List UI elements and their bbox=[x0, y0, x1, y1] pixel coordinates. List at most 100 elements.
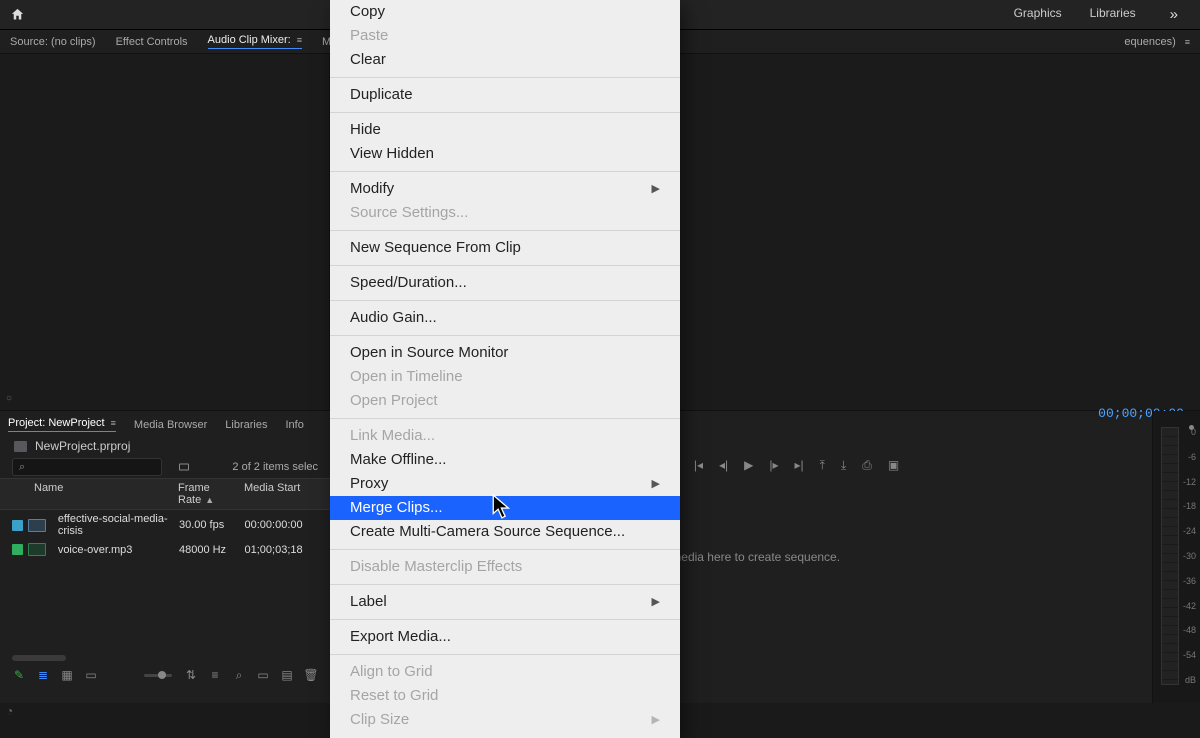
menu-item-label: Create Multi-Camera Source Sequence... bbox=[350, 522, 625, 542]
scrollbar-thumb[interactable] bbox=[12, 655, 66, 661]
search-icon: ⌕ bbox=[19, 461, 25, 474]
menu-item-label: Clip Size bbox=[350, 710, 409, 730]
menu-item-label[interactable]: Label ▶ bbox=[330, 590, 680, 614]
menu-item-proxy[interactable]: Proxy▶ bbox=[330, 472, 680, 496]
menu-item-label: Audio Gain... bbox=[350, 308, 437, 328]
menu-separator bbox=[330, 654, 680, 655]
header-frame-rate[interactable]: Frame Rate▲ bbox=[178, 482, 244, 506]
header-name[interactable]: Name bbox=[28, 482, 178, 506]
menu-item-export-media[interactable]: Export Media... bbox=[330, 625, 680, 649]
zoom-slider[interactable] bbox=[144, 674, 172, 677]
tab-info[interactable]: Info bbox=[285, 419, 303, 431]
tab-libraries[interactable]: Libraries bbox=[225, 419, 267, 431]
menu-item-hide[interactable]: Hide bbox=[330, 118, 680, 142]
header-media-start[interactable]: Media Start bbox=[244, 482, 318, 506]
menu-item-reset-to-grid: Reset to Grid bbox=[330, 684, 680, 708]
project-tabs: Project: NewProject ≡ Media Browser Libr… bbox=[0, 411, 330, 436]
icon-view-icon[interactable]: ▦ bbox=[60, 668, 74, 682]
menu-item-label: Merge Clips... bbox=[350, 498, 443, 518]
menu-item-label: Hide bbox=[350, 120, 381, 140]
tab-project[interactable]: Project: NewProject ≡ bbox=[8, 417, 116, 432]
tab-audio-mixer[interactable]: Audio Clip Mixer: ≡ bbox=[208, 34, 302, 49]
play-icon[interactable]: ▶ bbox=[744, 458, 753, 472]
write-mode-icon[interactable]: ✎ bbox=[12, 668, 26, 682]
overflow-icon[interactable]: » bbox=[1170, 6, 1178, 23]
workspace-tab-graphics[interactable]: Graphics bbox=[1014, 6, 1062, 23]
workspace-tabs: Graphics Libraries » bbox=[1014, 6, 1194, 23]
menu-item-label: Copy bbox=[350, 2, 385, 22]
new-item-icon[interactable]: ▤ bbox=[280, 668, 294, 682]
tab-effect-controls[interactable]: Effect Controls bbox=[116, 36, 188, 48]
trash-icon[interactable]: 🗑 bbox=[304, 668, 318, 682]
menu-item-audio-gain[interactable]: Audio Gain... bbox=[330, 306, 680, 330]
menu-item-label: Align to Grid bbox=[350, 662, 433, 682]
comparison-icon[interactable]: ▣ bbox=[888, 458, 899, 472]
project-search-input[interactable]: ⌕ bbox=[12, 458, 162, 476]
menu-item-duplicate[interactable]: Duplicate bbox=[330, 83, 680, 107]
freeform-view-icon[interactable]: ▭ bbox=[84, 668, 98, 682]
tab-source[interactable]: Source: (no clips) bbox=[10, 36, 96, 48]
menu-item-speed-duration[interactable]: Speed/Duration... bbox=[330, 271, 680, 295]
menu-separator bbox=[330, 549, 680, 550]
video-clip-icon bbox=[28, 519, 46, 532]
menu-item-align-to-grid: Align to Grid bbox=[330, 660, 680, 684]
menu-item-open-in-timeline: Open in Timeline bbox=[330, 365, 680, 389]
new-bin-icon[interactable]: ▭ bbox=[256, 668, 270, 682]
status-icon: ◔ bbox=[6, 704, 13, 718]
go-to-in-icon[interactable]: |◂ bbox=[694, 458, 703, 472]
menu-item-label: Modify bbox=[350, 179, 394, 199]
menu-item-clip-size: Clip Size▶ bbox=[330, 708, 680, 732]
export-frame-icon[interactable]: ⎙ bbox=[862, 458, 872, 473]
menu-item-open-project: Open Project bbox=[330, 389, 680, 413]
menu-separator bbox=[330, 265, 680, 266]
panel-menu-icon[interactable]: ≡ bbox=[297, 35, 302, 45]
go-to-out-icon[interactable]: ▸| bbox=[795, 458, 804, 472]
workspace-tab-libraries[interactable]: Libraries bbox=[1090, 6, 1136, 23]
label-swatch bbox=[12, 544, 23, 555]
program-panel-menu-icon[interactable]: ≡ bbox=[1185, 37, 1190, 47]
menu-item-make-offline[interactable]: Make Offline... bbox=[330, 448, 680, 472]
home-button[interactable] bbox=[6, 4, 28, 26]
source-panel: ○ bbox=[0, 54, 330, 410]
extract-icon[interactable]: ⤓ bbox=[841, 458, 846, 473]
step-fwd-icon[interactable]: |▸ bbox=[769, 458, 778, 472]
menu-item-clear[interactable]: Clear bbox=[330, 48, 680, 72]
menu-item-label: Link Media... bbox=[350, 426, 435, 446]
project-item[interactable]: effective-social-media-crisis 30.00 fps … bbox=[0, 510, 330, 540]
project-filter-icon[interactable] bbox=[176, 459, 192, 475]
audio-clip-icon bbox=[28, 543, 46, 556]
menu-separator bbox=[330, 77, 680, 78]
lift-icon[interactable]: ⤒ bbox=[820, 458, 825, 473]
menu-item-label: Label bbox=[350, 592, 387, 612]
menu-item-create-multi-camera-source-sequence[interactable]: Create Multi-Camera Source Sequence... bbox=[330, 520, 680, 544]
meter-tick: -30 bbox=[1183, 551, 1196, 561]
meter-tick: -24 bbox=[1183, 526, 1196, 536]
project-headers: Name Frame Rate▲ Media Start bbox=[0, 478, 330, 510]
meter-tick: -36 bbox=[1183, 576, 1196, 586]
menu-item-label: Export Media... bbox=[350, 627, 451, 647]
project-panel: Project: NewProject ≡ Media Browser Libr… bbox=[0, 410, 330, 703]
project-menu-icon[interactable]: ≡ bbox=[111, 418, 116, 428]
menu-item-label: Reset to Grid bbox=[350, 686, 438, 706]
context-menu: CopyPasteClearDuplicateHideView HiddenMo… bbox=[330, 0, 680, 738]
menu-item-modify[interactable]: Modify▶ bbox=[330, 177, 680, 201]
menu-item-new-sequence-from-clip[interactable]: New Sequence From Clip bbox=[330, 236, 680, 260]
menu-item-copy[interactable]: Copy bbox=[330, 0, 680, 24]
step-back-icon[interactable]: ◂| bbox=[719, 458, 728, 472]
project-toolbar: ✎ ≣ ▦ ▭ ⇅ ≡ ⌕ ▭ ▤ 🗑 bbox=[0, 663, 330, 687]
menu-item-open-in-source-monitor[interactable]: Open in Source Monitor bbox=[330, 341, 680, 365]
menu-separator bbox=[330, 335, 680, 336]
list-view-icon[interactable]: ≣ bbox=[36, 668, 50, 682]
clip-name: effective-social-media-crisis bbox=[52, 513, 179, 537]
find-icon[interactable]: ⌕ bbox=[232, 668, 246, 682]
sort-icon[interactable]: ⇅ bbox=[184, 668, 198, 682]
tab-media-browser[interactable]: Media Browser bbox=[134, 419, 207, 431]
project-item[interactable]: voice-over.mp3 48000 Hz 01;00;03;18 bbox=[0, 540, 330, 559]
program-tab-label[interactable]: equences) bbox=[1124, 36, 1175, 48]
submenu-arrow-icon: ▶ bbox=[652, 592, 660, 612]
menu-item-view-hidden[interactable]: View Hidden bbox=[330, 142, 680, 166]
meter-bars bbox=[1161, 427, 1179, 685]
menu-item-label: View Hidden bbox=[350, 144, 434, 164]
clip-frame-rate: 48000 Hz bbox=[179, 544, 245, 556]
automate-icon[interactable]: ≡ bbox=[208, 668, 222, 682]
